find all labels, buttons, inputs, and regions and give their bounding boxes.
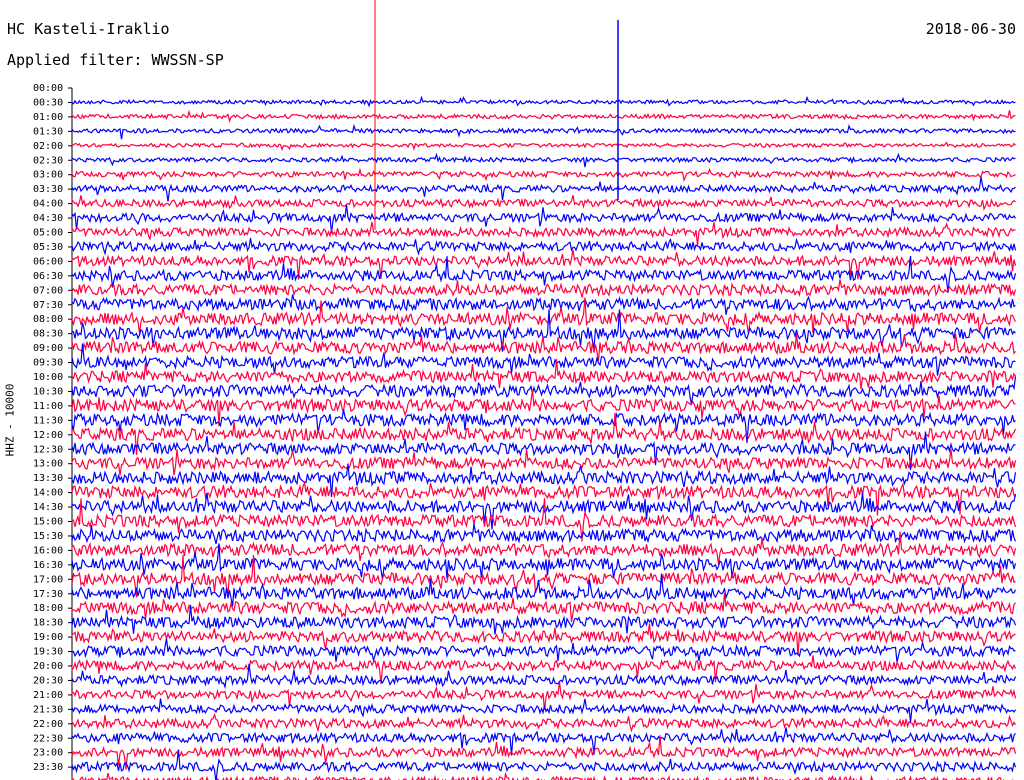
seismic-trace xyxy=(71,623,1016,656)
seismic-trace xyxy=(71,204,1016,234)
seismic-trace xyxy=(71,109,1016,123)
time-tick-label: 22:00 xyxy=(33,719,63,730)
time-tick-label: 12:00 xyxy=(33,430,63,441)
seismic-trace xyxy=(71,681,1017,711)
time-tick-label: 15:30 xyxy=(33,531,63,542)
seismic-trace xyxy=(71,593,1016,623)
time-tick-label: 00:30 xyxy=(33,97,63,108)
seismic-trace xyxy=(71,463,1017,498)
seismic-trace xyxy=(71,712,1017,733)
time-tick-label: 17:30 xyxy=(33,589,63,600)
time-tick-label: 04:30 xyxy=(33,213,63,224)
time-tick-label: 21:00 xyxy=(33,690,63,701)
seismic-trace xyxy=(71,638,1016,663)
seismic-trace xyxy=(71,449,1017,476)
time-tick-label: 01:30 xyxy=(33,126,63,137)
time-tick-label: 02:00 xyxy=(33,141,63,152)
time-tick-label: 05:30 xyxy=(33,242,63,253)
time-tick-label: 19:00 xyxy=(33,632,63,643)
time-tick-label: 04:00 xyxy=(33,199,63,210)
seismic-trace xyxy=(71,152,1016,168)
time-tick-label: 17:00 xyxy=(33,574,63,585)
time-tick-label: 06:30 xyxy=(33,271,63,282)
time-tick-label: 20:30 xyxy=(33,675,63,686)
time-tick-label: 11:30 xyxy=(33,415,63,426)
time-tick-label: 16:30 xyxy=(33,560,63,571)
time-tick-label: 00:00 xyxy=(33,83,63,94)
time-tick-label: 01:00 xyxy=(33,112,63,123)
time-tick-label: 03:00 xyxy=(33,170,63,181)
seismic-trace xyxy=(71,194,1016,211)
time-tick-label: 09:00 xyxy=(33,343,63,354)
seismic-trace xyxy=(71,176,1016,202)
seismic-trace xyxy=(71,523,1017,545)
time-tick-label: 16:00 xyxy=(33,545,63,556)
time-tick-label: 10:30 xyxy=(33,386,63,397)
time-tick-label: 06:00 xyxy=(33,256,63,267)
time-tick-label: 13:00 xyxy=(33,459,63,470)
time-tick-label: 09:30 xyxy=(33,358,63,369)
time-tick-label: 14:00 xyxy=(33,488,63,499)
time-tick-label: 13:30 xyxy=(33,473,63,484)
time-tick-label: 08:00 xyxy=(33,314,63,325)
time-tick-label: 10:00 xyxy=(33,372,63,383)
seismogram-plot: 00:00 00:30 01:00 01:30 02:00 02:30 03:00 03:30… xyxy=(33,0,1017,780)
time-tick-label: 18:30 xyxy=(33,618,63,629)
seismic-trace xyxy=(71,167,1016,183)
time-tick-label: 11:00 xyxy=(33,401,63,412)
time-tick-label: 18:00 xyxy=(33,603,63,614)
seismic-trace xyxy=(71,221,1016,246)
time-tick-label: 15:00 xyxy=(33,517,63,528)
time-tick-label: 23:30 xyxy=(33,762,63,773)
time-tick-label: 07:00 xyxy=(33,285,63,296)
seismic-trace xyxy=(71,95,1016,108)
time-tick-label: 12:30 xyxy=(33,444,63,455)
seismic-trace xyxy=(71,237,1017,256)
time-tick-label: 03:30 xyxy=(33,184,63,195)
time-tick-label: 07:30 xyxy=(33,300,63,311)
time-tick-label: 08:30 xyxy=(33,329,63,340)
seismic-trace xyxy=(71,141,1016,152)
seismic-trace xyxy=(71,123,1016,140)
time-tick-label: 21:30 xyxy=(33,704,63,715)
seismic-trace xyxy=(71,771,1014,780)
time-tick-label: 22:30 xyxy=(33,733,63,744)
seismic-trace xyxy=(71,359,1017,390)
time-tick-label: 02:30 xyxy=(33,155,63,166)
seismic-trace xyxy=(71,294,1016,315)
time-tick-label: 23:00 xyxy=(33,748,63,759)
time-tick-label: 19:30 xyxy=(33,647,63,658)
time-tick-label: 14:30 xyxy=(33,502,63,513)
time-tick-label: 05:00 xyxy=(33,228,63,239)
time-tick-label: 20:00 xyxy=(33,661,63,672)
